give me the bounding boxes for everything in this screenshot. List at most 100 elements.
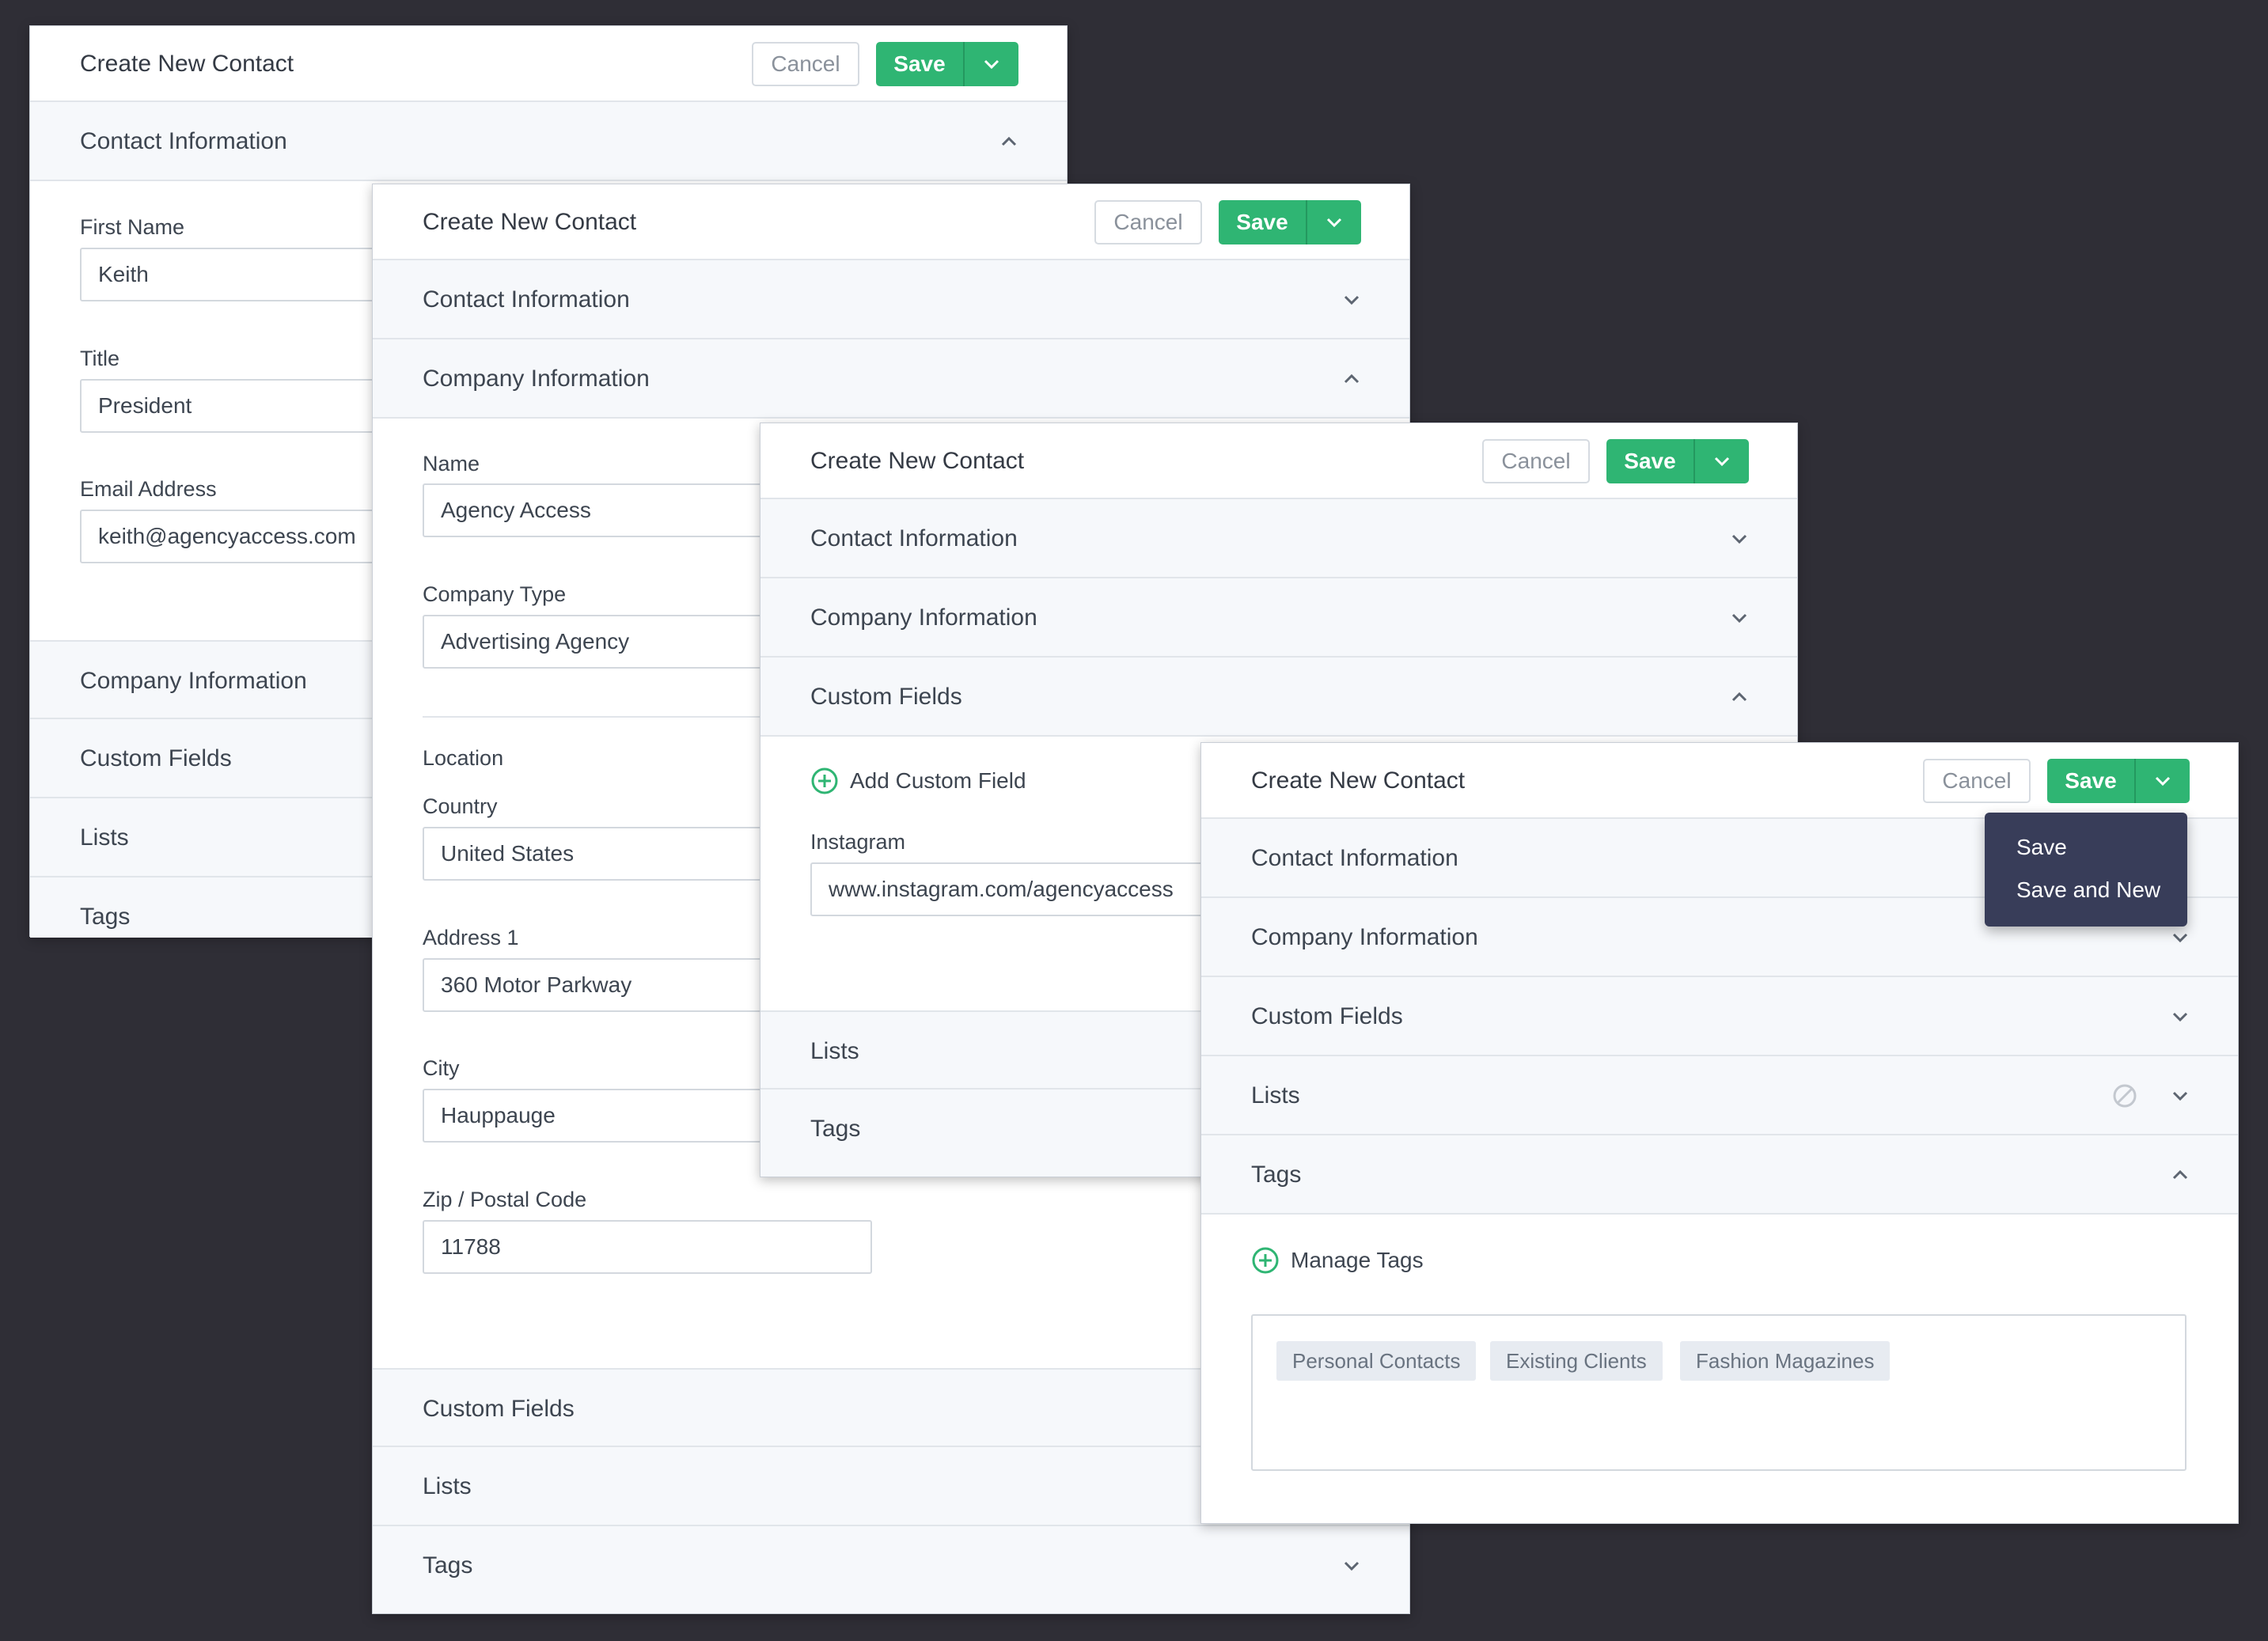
company-type-label: Company Type [423,582,567,606]
panel-title: Create New Contact [1251,767,1466,794]
city-label: City [423,1056,460,1080]
section-label: Custom Fields [80,745,232,771]
chevron-down-icon [1728,527,1751,551]
zip-label: Zip / Postal Code [423,1188,587,1211]
section-label: Tags [423,1552,473,1578]
section-label: Contact Information [810,525,1018,551]
chevron-down-icon [2168,926,2192,949]
chevron-down-icon [1340,1554,1363,1578]
section-company-information[interactable]: Company Information [373,339,1409,419]
add-custom-field-label: Add Custom Field [850,768,1026,793]
country-label: Country [423,794,498,818]
section-label: Contact Information [423,286,630,313]
section-custom-fields[interactable]: Custom Fields [1201,977,2238,1056]
chevron-down-icon [1714,457,1730,467]
save-split-button: Save [2047,759,2190,803]
email-label: Email Address [80,477,217,501]
section-label: Tags [810,1116,861,1142]
save-button[interactable]: Save [2047,759,2134,803]
company-type-field[interactable]: Advertising Agency [423,615,818,669]
section-company-information[interactable]: Company Information [760,578,1797,658]
section-contact-information[interactable]: Contact Information [30,102,1067,181]
chevron-up-icon [997,130,1021,153]
panel-title: Create New Contact [80,51,294,77]
menu-item-save-and-new[interactable]: Save and New [2016,877,2160,903]
panel-title: Create New Contact [423,209,637,235]
save-split-button: Save [1606,439,1749,483]
save-options-toggle[interactable] [1306,200,1361,244]
cancel-button[interactable]: Cancel [1923,759,2031,803]
section-label: Lists [80,824,129,851]
save-options-toggle[interactable] [1693,439,1749,483]
save-dropdown-menu: Save Save and New [1985,813,2187,927]
save-button[interactable]: Save [1606,439,1693,483]
save-button[interactable]: Save [1219,200,1306,244]
menu-item-save[interactable]: Save [2016,835,2067,860]
country-field[interactable]: United States [423,827,818,881]
section-label: Company Information [1251,924,1478,950]
title-field[interactable]: President [80,379,412,433]
plus-circle-icon [811,767,838,794]
save-button[interactable]: Save [876,42,963,86]
panel-title: Create New Contact [810,448,1025,474]
chevron-down-icon [2168,1005,2192,1029]
section-tags[interactable]: Tags [1201,1135,2238,1215]
save-options-toggle[interactable] [963,42,1018,86]
chevron-down-icon [1340,288,1363,312]
save-split-button: Save [1219,200,1361,244]
instagram-field[interactable]: www.instagram.com/agencyaccess [810,862,1222,916]
section-label: Tags [80,904,131,930]
tags-box: Personal Contacts Existing Clients Fashi… [1251,1314,2186,1471]
section-label: Contact Information [80,128,287,154]
add-custom-field-link[interactable]: Add Custom Field [810,767,1026,795]
address1-field[interactable]: 360 Motor Parkway [423,958,818,1012]
section-label: Contact Information [1251,845,1458,871]
divider [423,716,818,718]
section-label: Lists [810,1038,859,1064]
chevron-down-icon [984,59,999,70]
first-name-label: First Name [80,215,185,239]
cancel-button[interactable]: Cancel [1094,200,1202,244]
email-field[interactable]: keith@agencyaccess.com [80,510,412,563]
manage-tags-label: Manage Tags [1291,1248,1424,1272]
company-name-label: Name [423,452,480,476]
panel-header: Create New Contact Cancel Save [760,423,1797,499]
save-options-toggle[interactable] [2134,759,2190,803]
section-contact-information[interactable]: Contact Information [373,260,1409,339]
city-field[interactable]: Hauppauge [423,1089,818,1143]
cancel-button[interactable]: Cancel [1482,439,1590,483]
section-lists[interactable]: Lists [1201,1056,2238,1135]
save-split-button: Save [876,42,1018,86]
manage-tags-link[interactable]: Manage Tags [1251,1246,1424,1275]
cancel-button[interactable]: Cancel [752,42,859,86]
section-label: Custom Fields [810,684,962,710]
chevron-down-icon [2168,1084,2192,1108]
section-tags[interactable]: Tags [373,1526,1409,1613]
section-custom-fields[interactable]: Custom Fields [760,658,1797,737]
section-label: Lists [423,1473,472,1499]
zip-field[interactable]: 11788 [423,1220,872,1274]
tag-chip[interactable]: Fashion Magazines [1680,1341,1891,1381]
section-label: Company Information [810,604,1037,631]
first-name-field[interactable]: Keith [80,248,412,301]
section-label: Custom Fields [423,1396,575,1422]
company-name-field[interactable]: Agency Access [423,483,818,537]
tag-chip[interactable]: Existing Clients [1490,1341,1663,1381]
chevron-down-icon [1728,606,1751,630]
chevron-down-icon [2155,776,2171,786]
panel-header: Create New Contact Cancel Save [30,26,1067,102]
section-label: Custom Fields [1251,1003,1403,1029]
chevron-down-icon [1326,218,1342,228]
chevron-up-icon [1728,685,1751,709]
section-label: Company Information [423,366,650,392]
tag-chip[interactable]: Personal Contacts [1276,1341,1477,1381]
section-contact-information[interactable]: Contact Information [760,499,1797,578]
panel-header: Create New Contact Cancel Save [1201,743,2238,819]
section-label: Tags [1251,1162,1302,1188]
address1-label: Address 1 [423,926,519,949]
plus-circle-icon [1252,1247,1279,1274]
tags-body: Manage Tags Personal Contacts Existing C… [1201,1215,2238,1523]
instagram-label: Instagram [810,830,906,854]
panel-header: Create New Contact Cancel Save [373,184,1409,260]
section-label: Company Information [80,668,307,694]
